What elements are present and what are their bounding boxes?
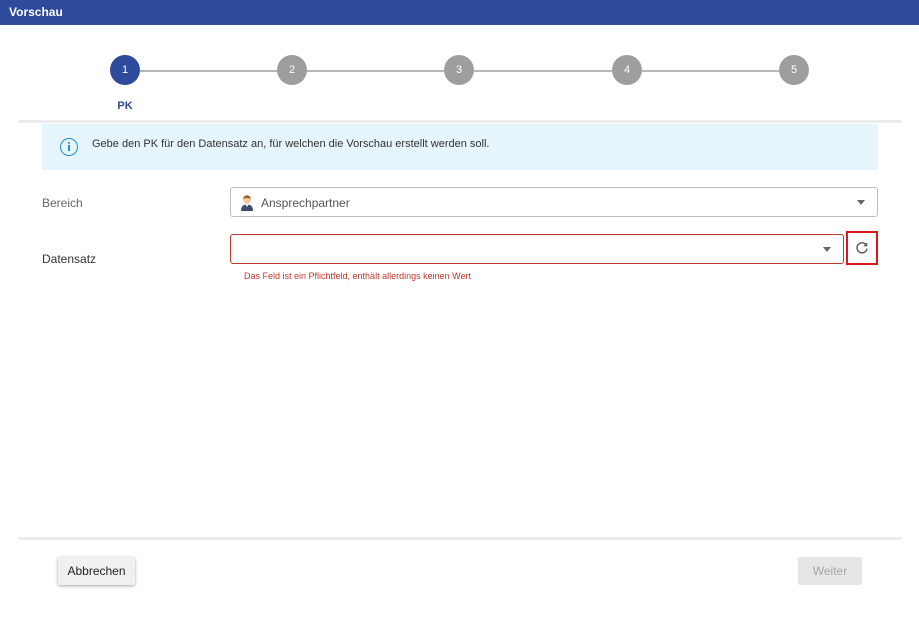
- bereich-value: Ansprechpartner: [261, 196, 350, 210]
- step-1[interactable]: 1: [110, 55, 140, 85]
- step-1-label: PK: [117, 100, 133, 112]
- datensatz-label: Datensatz: [42, 252, 97, 266]
- bereich-select[interactable]: Ansprechpartner: [230, 187, 878, 217]
- wizard-stepper: 1 2 3 4 5 PK: [0, 25, 919, 120]
- next-button[interactable]: Weiter: [798, 557, 862, 585]
- bereich-label: Bereich: [42, 196, 83, 210]
- divider: [18, 120, 902, 123]
- refresh-icon: [856, 242, 868, 254]
- step-4[interactable]: 4: [612, 55, 642, 85]
- step-connector: [642, 70, 779, 72]
- info-banner: Gebe den PK für den Datensatz an, für we…: [42, 124, 878, 170]
- refresh-button[interactable]: [846, 231, 878, 265]
- step-3[interactable]: 3: [444, 55, 474, 85]
- cancel-button[interactable]: Abbrechen: [58, 557, 135, 585]
- info-icon: [60, 138, 78, 156]
- step-2[interactable]: 2: [277, 55, 307, 85]
- datensatz-select[interactable]: [230, 234, 844, 264]
- chevron-down-icon[interactable]: [857, 200, 865, 205]
- divider: [18, 537, 902, 540]
- step-connector: [474, 70, 612, 72]
- step-5[interactable]: 5: [779, 55, 809, 85]
- person-icon: [241, 195, 253, 211]
- info-text: Gebe den PK für den Datensatz an, für we…: [92, 138, 490, 150]
- step-connector: [140, 70, 277, 72]
- chevron-down-icon[interactable]: [823, 247, 831, 252]
- datensatz-error: Das Feld ist ein Pflichtfeld, enthält al…: [244, 271, 471, 281]
- window-title: Vorschau: [0, 0, 919, 25]
- step-connector: [307, 70, 444, 72]
